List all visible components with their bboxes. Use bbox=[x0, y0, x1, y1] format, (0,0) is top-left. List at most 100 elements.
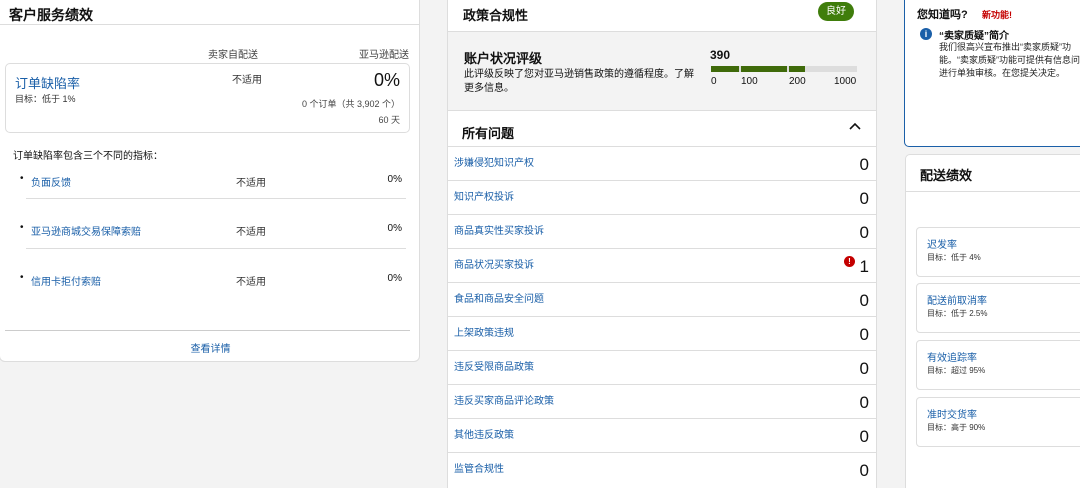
issue-row: 上架政策违规 0 bbox=[448, 316, 876, 350]
feature-description: 我们很高兴宣布推出“卖家质疑”功能。“卖家质疑”功能可提供有信息问题进行单独审核… bbox=[939, 42, 1080, 78]
bullet: • bbox=[20, 272, 24, 283]
view-details-link[interactable]: 查看详情 bbox=[0, 340, 421, 355]
delivery-metric-card: 迟发率 目标：低于 4% bbox=[916, 227, 1080, 277]
odr-seller-value: 不适用 bbox=[232, 75, 262, 86]
odr-intro-text: 订单缺陷率包含三个不同的指标： bbox=[13, 151, 163, 162]
rating-bar-segment bbox=[789, 66, 805, 72]
issue-row: 食品和商品安全问题 0 bbox=[448, 282, 876, 316]
bullet: • bbox=[20, 222, 24, 233]
odr-target: 目标：低于 1% bbox=[15, 94, 76, 104]
divider bbox=[26, 248, 406, 249]
metric-row: • 负面反馈 不适用 0% bbox=[0, 171, 421, 191]
issue-row: 监管合规性 0 bbox=[448, 452, 876, 486]
issue-count: 0 bbox=[859, 325, 869, 344]
metric-target: 目标：高于 90% bbox=[927, 423, 986, 432]
issue-row: 违反买家商品评论政策 0 bbox=[448, 384, 876, 418]
issue-count: 1 bbox=[859, 257, 869, 276]
status-badge: 良好 bbox=[818, 2, 854, 21]
chevron-up-icon[interactable] bbox=[848, 118, 862, 136]
metric-seller-value: 不适用 bbox=[236, 277, 266, 288]
metric-link-a-to-z-claims[interactable]: 亚马逊商城交易保障索赔 bbox=[31, 223, 141, 238]
rating-bar-segment bbox=[711, 66, 739, 72]
issue-link[interactable]: 监管合规性 bbox=[454, 460, 504, 475]
metric-amazon-value: 0% bbox=[387, 223, 402, 234]
issue-count: 0 bbox=[859, 393, 869, 412]
delivery-metric-card: 准时交货率 目标：高于 90% bbox=[916, 397, 1080, 447]
metric-seller-value: 不适用 bbox=[236, 178, 266, 189]
divider bbox=[0, 24, 419, 25]
rating-tick: 1000 bbox=[834, 76, 857, 87]
rating-tick: 200 bbox=[789, 76, 806, 87]
column-header-seller: 卖家自配送 bbox=[208, 50, 258, 61]
metric-amazon-value: 0% bbox=[387, 273, 402, 284]
all-issues-title: 所有问题 bbox=[462, 126, 515, 141]
did-you-know-title: 您知道吗? bbox=[917, 9, 968, 21]
column-header-amazon: 亚马逊配送 bbox=[359, 50, 409, 61]
rating-tick: 0 bbox=[711, 76, 717, 87]
issue-link[interactable]: 违反买家商品评论政策 bbox=[454, 392, 554, 407]
metric-row: • 信用卡拒付索赔 不适用 0% bbox=[0, 270, 421, 290]
issue-link[interactable]: 商品真实性买家投诉 bbox=[454, 222, 544, 237]
issue-count: 0 bbox=[859, 189, 869, 208]
issue-link[interactable]: 商品状况买家投诉 bbox=[454, 256, 534, 271]
issue-row: 商品状况买家投诉 ! 1 bbox=[448, 248, 876, 282]
issue-link[interactable]: 其他违反政策 bbox=[454, 426, 514, 441]
new-feature-label: 新功能! bbox=[982, 10, 1012, 20]
rating-title: 账户状况评级 bbox=[464, 51, 543, 66]
issue-link[interactable]: 涉嫌侵犯知识产权 bbox=[454, 154, 534, 169]
rating-tick: 100 bbox=[741, 76, 758, 87]
delivery-metric-card: 有效追踪率 目标：超过 95% bbox=[916, 340, 1080, 390]
delivery-performance-panel: 配送绩效 迟发率 目标：低于 4% 配送前取消率 目标：低于 2.5% 有效追踪… bbox=[905, 154, 1080, 488]
rating-score: 390 bbox=[710, 48, 731, 62]
delivery-metric-card: 配送前取消率 目标：低于 2.5% bbox=[916, 283, 1080, 333]
issue-count: 0 bbox=[859, 359, 869, 378]
issue-count: 0 bbox=[859, 291, 869, 310]
issue-link[interactable]: 违反受限商品政策 bbox=[454, 358, 534, 373]
panel-title: 配送绩效 bbox=[920, 168, 973, 183]
odr-period: 60 天 bbox=[378, 115, 400, 125]
pre-fulfillment-cancel-rate-link[interactable]: 配送前取消率 bbox=[927, 292, 987, 307]
issue-count: 0 bbox=[859, 223, 869, 242]
odr-amazon-value: 0% bbox=[373, 70, 400, 90]
issue-link[interactable]: 知识产权投诉 bbox=[454, 188, 514, 203]
metric-target: 目标：低于 4% bbox=[927, 253, 981, 262]
issue-row: 知识产权投诉 0 bbox=[448, 180, 876, 214]
issue-link[interactable]: 食品和商品安全问题 bbox=[454, 290, 544, 305]
metric-link-negative-feedback[interactable]: 负面反馈 bbox=[31, 174, 71, 189]
metric-link-chargeback-claims[interactable]: 信用卡拒付索赔 bbox=[31, 273, 101, 288]
issue-row: 违反受限商品政策 0 bbox=[448, 350, 876, 384]
divider bbox=[5, 330, 410, 331]
order-defect-rate-card: 订单缺陷率 目标：低于 1% 不适用 0% 0 个订单（共 3,902 个） 6… bbox=[5, 63, 410, 133]
rating-description-link[interactable]: 此评级反映了您对亚马逊销售政策的遵循程度。了解更多信息。 bbox=[464, 68, 696, 96]
divider bbox=[26, 198, 406, 199]
account-health-rating: 账户状况评级 此评级反映了您对亚马逊销售政策的遵循程度。了解更多信息。 390 … bbox=[448, 31, 876, 111]
policy-compliance-panel: 政策合规性 良好 账户状况评级 此评级反映了您对亚马逊销售政策的遵循程度。了解更… bbox=[447, 0, 877, 488]
metric-target: 目标：超过 95% bbox=[927, 366, 986, 375]
issue-link[interactable]: 上架政策违规 bbox=[454, 324, 514, 339]
did-you-know-panel: 您知道吗? 新功能! i “卖家质疑”简介 我们很高兴宣布推出“卖家质疑”功能。… bbox=[904, 0, 1080, 147]
panel-title: 政策合规性 bbox=[463, 8, 529, 23]
issue-row: 涉嫌侵犯知识产权 0 bbox=[448, 146, 876, 180]
feature-heading: “卖家质疑”简介 bbox=[939, 31, 1009, 42]
bullet: • bbox=[20, 173, 24, 184]
issue-count: 0 bbox=[859, 427, 869, 446]
metric-seller-value: 不适用 bbox=[236, 227, 266, 238]
info-icon: i bbox=[920, 28, 932, 40]
alert-icon: ! bbox=[844, 256, 855, 267]
rating-bar bbox=[711, 66, 857, 72]
customer-service-panel: 客户服务绩效 卖家自配送 亚马逊配送 订单缺陷率 目标：低于 1% 不适用 0%… bbox=[0, 0, 420, 362]
on-time-delivery-rate-link[interactable]: 准时交货率 bbox=[927, 406, 977, 421]
order-defect-rate-link[interactable]: 订单缺陷率 bbox=[15, 73, 80, 92]
metric-target: 目标：低于 2.5% bbox=[927, 309, 988, 318]
valid-tracking-rate-link[interactable]: 有效追踪率 bbox=[927, 349, 977, 364]
metric-amazon-value: 0% bbox=[387, 174, 402, 185]
divider bbox=[906, 191, 1080, 192]
issue-count: 0 bbox=[859, 461, 869, 480]
rating-bar-segment bbox=[741, 66, 787, 72]
issue-row: 商品真实性买家投诉 0 bbox=[448, 214, 876, 248]
issue-row: 其他违反政策 0 bbox=[448, 418, 876, 452]
metric-row: • 亚马逊商城交易保障索赔 不适用 0% bbox=[0, 220, 421, 240]
late-shipment-rate-link[interactable]: 迟发率 bbox=[927, 236, 957, 251]
panel-title: 客户服务绩效 bbox=[9, 7, 93, 23]
issue-count: 0 bbox=[859, 155, 869, 174]
